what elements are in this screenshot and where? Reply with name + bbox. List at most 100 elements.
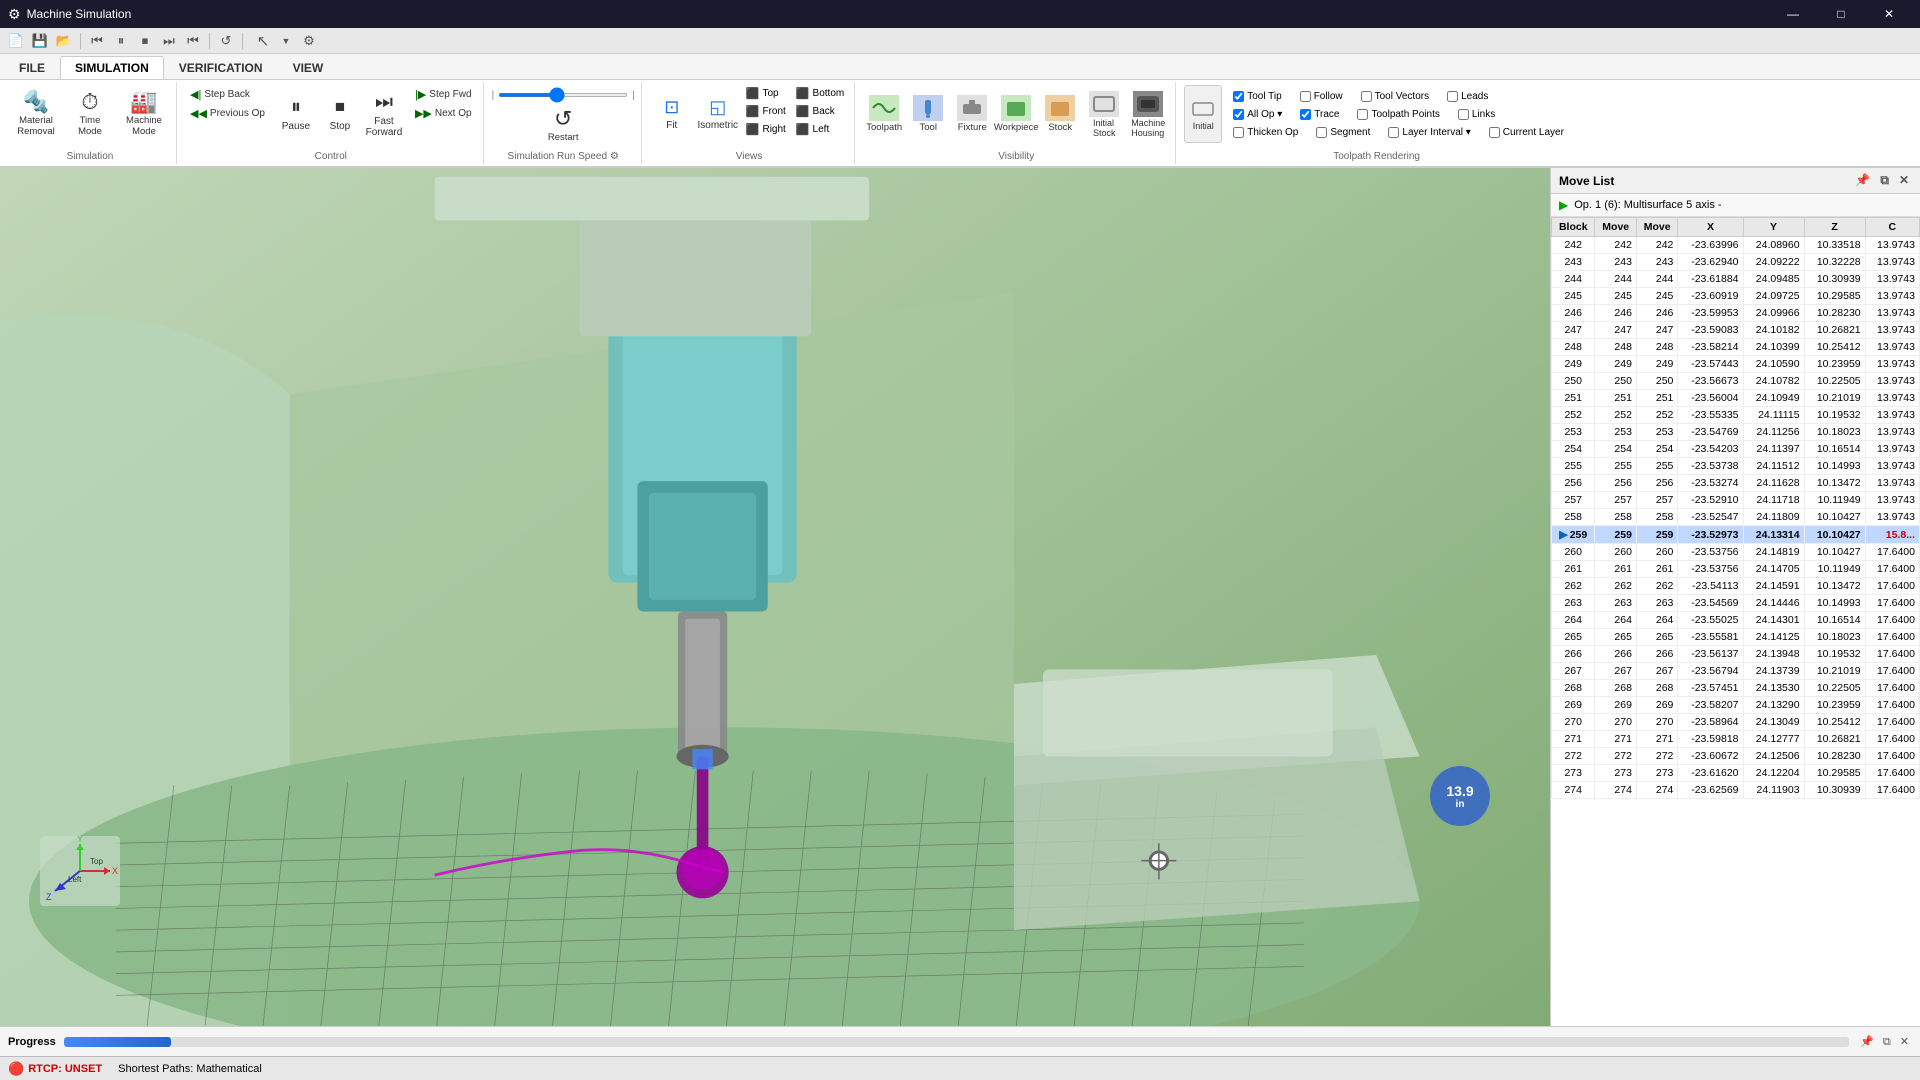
tooltip-checkbox[interactable] — [1233, 91, 1244, 102]
tab-simulation[interactable]: SIMULATION — [60, 56, 164, 79]
table-row[interactable]: 271271271-23.5981824.1277710.2682117.640… — [1552, 731, 1920, 748]
table-row[interactable]: 242242242-23.6399624.0896010.3351813.974… — [1552, 237, 1920, 254]
step-fwd-button[interactable]: |▶ Step Fwd — [410, 85, 477, 103]
toolpath-points-checkbox[interactable] — [1357, 109, 1368, 120]
move-table[interactable]: Block Move Move X Y Z C 242242242-23.639… — [1551, 217, 1920, 1026]
table-row[interactable]: 254254254-23.5420324.1139710.1651413.974… — [1552, 441, 1920, 458]
table-row[interactable]: 244244244-23.6188424.0948510.3093913.974… — [1552, 271, 1920, 288]
pause-small-button[interactable]: ⏸ — [111, 31, 131, 51]
settings-button[interactable]: ⚙ — [299, 31, 319, 51]
progress-detach-button[interactable]: ⧉ — [1880, 1035, 1894, 1049]
all-op-button[interactable]: All Op ▾ — [1228, 106, 1287, 123]
open-button[interactable]: 📂 — [54, 31, 74, 51]
tool-vectors-checkbox[interactable] — [1361, 91, 1372, 102]
table-row[interactable]: 262262262-23.5411324.1459110.1347217.640… — [1552, 578, 1920, 595]
table-row[interactable]: 248248248-23.5821424.1039910.2541213.974… — [1552, 339, 1920, 356]
bottom-view-button[interactable]: ⬛ Bottom — [792, 85, 848, 102]
table-row[interactable]: 252252252-23.5533524.1111510.1953213.974… — [1552, 407, 1920, 424]
tool-visibility-button[interactable]: Tool — [907, 85, 949, 143]
table-row[interactable]: ▶259259259-23.5297324.1331410.1042715.8.… — [1552, 526, 1920, 544]
table-row[interactable]: 272272272-23.6067224.1250610.2823017.640… — [1552, 748, 1920, 765]
toolpath-visibility-button[interactable]: Toolpath — [863, 85, 905, 143]
initial-tp-button[interactable]: Initial — [1184, 85, 1222, 143]
col-x[interactable]: X — [1678, 218, 1743, 237]
layer-interval-button[interactable]: Layer Interval ▾ — [1383, 124, 1475, 141]
col-move1[interactable]: Move — [1595, 218, 1636, 237]
stop-button[interactable]: ⏹ Stop — [318, 85, 362, 143]
table-row[interactable]: 250250250-23.5667324.1078210.2250513.974… — [1552, 373, 1920, 390]
restart-button[interactable]: ↺ Restart — [535, 107, 591, 145]
table-row[interactable]: 257257257-23.5291024.1171810.1194913.974… — [1552, 492, 1920, 509]
movelist-pin-button[interactable]: 📌 — [1852, 172, 1873, 189]
front-view-button[interactable]: ⬛ Front — [742, 103, 790, 120]
maximize-button[interactable]: □ — [1818, 0, 1864, 28]
col-c[interactable]: C — [1865, 218, 1919, 237]
table-row[interactable]: 270270270-23.5896424.1304910.2541217.640… — [1552, 714, 1920, 731]
top-view-button[interactable]: ⬛ Top — [742, 85, 790, 102]
left-view-button[interactable]: ⬛ Left — [792, 121, 848, 138]
table-row[interactable]: 243243243-23.6294024.0922210.3222813.974… — [1552, 254, 1920, 271]
progress-close-button[interactable]: ✕ — [1897, 1035, 1912, 1049]
tab-verification[interactable]: VERIFICATION — [164, 56, 278, 79]
table-row[interactable]: 261261261-23.5375624.1470510.1194917.640… — [1552, 561, 1920, 578]
machine-housing-visibility-button[interactable]: MachineHousing — [1127, 85, 1169, 143]
segment-checkbox[interactable] — [1316, 127, 1327, 138]
initial-stock-visibility-button[interactable]: InitialStock — [1083, 85, 1125, 143]
leads-button[interactable]: Leads — [1442, 88, 1493, 105]
viewport[interactable]: ⏱ 00:00:03.9/00:01:05.1 — [0, 168, 1550, 1026]
layer-interval-checkbox[interactable] — [1388, 127, 1399, 138]
tab-file[interactable]: FILE — [4, 56, 60, 79]
links-button[interactable]: Links — [1453, 106, 1500, 123]
right-view-button[interactable]: ⬛ Right — [742, 121, 790, 138]
forward-small-button[interactable]: ⏭ — [159, 31, 179, 51]
table-row[interactable]: 264264264-23.5502524.1430110.1651417.640… — [1552, 612, 1920, 629]
thicken-op-checkbox[interactable] — [1233, 127, 1244, 138]
back-view-button[interactable]: ⬛ Back — [792, 103, 848, 120]
follow-button[interactable]: Follow — [1295, 88, 1348, 105]
col-y[interactable]: Y — [1743, 218, 1804, 237]
machine-mode-button[interactable]: 🏭 MachineMode — [118, 85, 170, 143]
leads-checkbox[interactable] — [1447, 91, 1458, 102]
workpiece-visibility-button[interactable]: Workpiece — [995, 85, 1037, 143]
end-button[interactable]: ⏮ — [183, 31, 203, 51]
table-row[interactable]: 255255255-23.5373824.1151210.1499313.974… — [1552, 458, 1920, 475]
segment-button[interactable]: Segment — [1311, 124, 1375, 141]
table-row[interactable]: 249249249-23.5744324.1059010.2395913.974… — [1552, 356, 1920, 373]
new-button[interactable]: 📄 — [6, 31, 26, 51]
current-layer-checkbox[interactable] — [1489, 127, 1500, 138]
toolpath-points-button[interactable]: Toolpath Points — [1352, 106, 1444, 123]
tool-vectors-button[interactable]: Tool Vectors — [1356, 88, 1434, 105]
links-checkbox[interactable] — [1458, 109, 1469, 120]
table-row[interactable]: 251251251-23.5600424.1094910.2101913.974… — [1552, 390, 1920, 407]
trace-checkbox[interactable] — [1300, 109, 1311, 120]
current-layer-button[interactable]: Current Layer — [1484, 124, 1569, 141]
col-move2[interactable]: Move — [1636, 218, 1677, 237]
movelist-close-button[interactable]: ✕ — [1896, 172, 1912, 189]
dropdown-arrow[interactable]: ▼ — [276, 31, 296, 51]
col-block[interactable]: Block — [1552, 218, 1595, 237]
all-op-checkbox[interactable] — [1233, 109, 1244, 120]
rewind-button[interactable]: ⏮ — [87, 31, 107, 51]
table-row[interactable]: 258258258-23.5254724.1180910.1042713.974… — [1552, 509, 1920, 526]
follow-checkbox[interactable] — [1300, 91, 1311, 102]
table-row[interactable]: 256256256-23.5327424.1162810.1347213.974… — [1552, 475, 1920, 492]
prev-op-button[interactable]: ◀◀ Previous Op — [185, 104, 270, 122]
table-row[interactable]: 273273273-23.6162024.1220410.2958517.640… — [1552, 765, 1920, 782]
table-row[interactable]: 245245245-23.6091924.0972510.2958513.974… — [1552, 288, 1920, 305]
table-row[interactable]: 265265265-23.5558124.1412510.1802317.640… — [1552, 629, 1920, 646]
trace-button[interactable]: Trace — [1295, 106, 1344, 123]
close-button[interactable]: ✕ — [1866, 0, 1912, 28]
isometric-button[interactable]: ◱ Isometric — [696, 85, 740, 143]
step-back-button[interactable]: ◀| Step Back — [185, 85, 270, 103]
save-button[interactable]: 💾 — [30, 31, 50, 51]
time-mode-button[interactable]: ⏱ TimeMode — [64, 85, 116, 143]
table-row[interactable]: 266266266-23.5613724.1394810.1953217.640… — [1552, 646, 1920, 663]
table-row[interactable]: 268268268-23.5745124.1353010.2250517.640… — [1552, 680, 1920, 697]
minimize-button[interactable]: — — [1770, 0, 1816, 28]
fit-button[interactable]: ⊡ Fit — [650, 85, 694, 143]
pause-button[interactable]: ⏸ Pause — [274, 85, 318, 143]
progress-pin-button[interactable]: 📌 — [1857, 1035, 1877, 1049]
table-row[interactable]: 267267267-23.5679424.1373910.2101917.640… — [1552, 663, 1920, 680]
next-op-button[interactable]: ▶▶ Next Op — [410, 104, 477, 122]
tab-view[interactable]: VIEW — [278, 56, 339, 79]
